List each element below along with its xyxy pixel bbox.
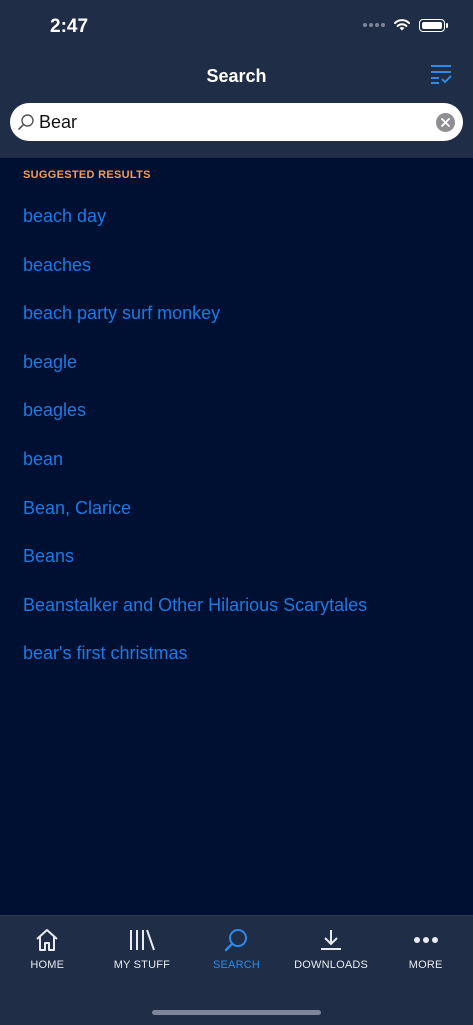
home-icon [36, 929, 58, 951]
tab-label: DOWNLOADS [294, 959, 369, 971]
tab-label: MY STUFF [113, 959, 171, 971]
search-input[interactable] [39, 107, 429, 137]
tab-label: SEARCH [212, 959, 260, 971]
tab-home[interactable]: HOME [0, 916, 95, 986]
tab-label: MORE [408, 959, 443, 971]
clear-search-button[interactable] [436, 113, 455, 132]
suggestion-item[interactable]: bear's first christmas [0, 629, 473, 678]
search-bar [10, 103, 463, 141]
search-icon [225, 929, 248, 952]
status-time: 2:47 [50, 16, 89, 37]
tab-downloads[interactable]: DOWNLOADS [284, 916, 379, 986]
suggestion-item[interactable]: Beans [0, 532, 473, 581]
home-indicator[interactable] [152, 1010, 321, 1015]
battery-icon [419, 18, 448, 32]
section-heading: SUGGESTED RESULTS [23, 169, 151, 181]
search-icon [18, 114, 34, 130]
library-icon [129, 929, 155, 951]
header: 2:47 Search [0, 0, 473, 158]
close-icon [441, 118, 450, 127]
suggestion-item[interactable]: bean [0, 435, 473, 484]
filter-list-icon[interactable] [429, 62, 453, 86]
suggestion-item[interactable]: beaches [0, 241, 473, 290]
suggestion-item[interactable]: Bean, Clarice [0, 484, 473, 533]
tab-search[interactable]: SEARCH [189, 916, 284, 986]
page-title: Search [206, 66, 267, 86]
suggestion-item[interactable]: beach day [0, 192, 473, 241]
suggested-results-list: beach day beaches beach party surf monke… [0, 192, 473, 678]
wifi-icon [394, 19, 410, 31]
tab-bar: HOME MY STUFF SEARCH DOWNLOADS MORE [0, 915, 473, 1025]
more-icon [413, 937, 438, 943]
suggestion-item[interactable]: beach party surf monkey [0, 289, 473, 338]
download-icon [321, 930, 342, 950]
status-icons [363, 18, 448, 32]
tab-my-stuff[interactable]: MY STUFF [95, 916, 190, 986]
tab-label: HOME [30, 959, 65, 971]
signal-icon [363, 23, 385, 27]
suggestion-item[interactable]: beagle [0, 338, 473, 387]
suggestion-item[interactable]: Beanstalker and Other Hilarious Scarytal… [0, 581, 473, 630]
suggestion-item[interactable]: beagles [0, 386, 473, 435]
tab-more[interactable]: MORE [378, 916, 473, 986]
